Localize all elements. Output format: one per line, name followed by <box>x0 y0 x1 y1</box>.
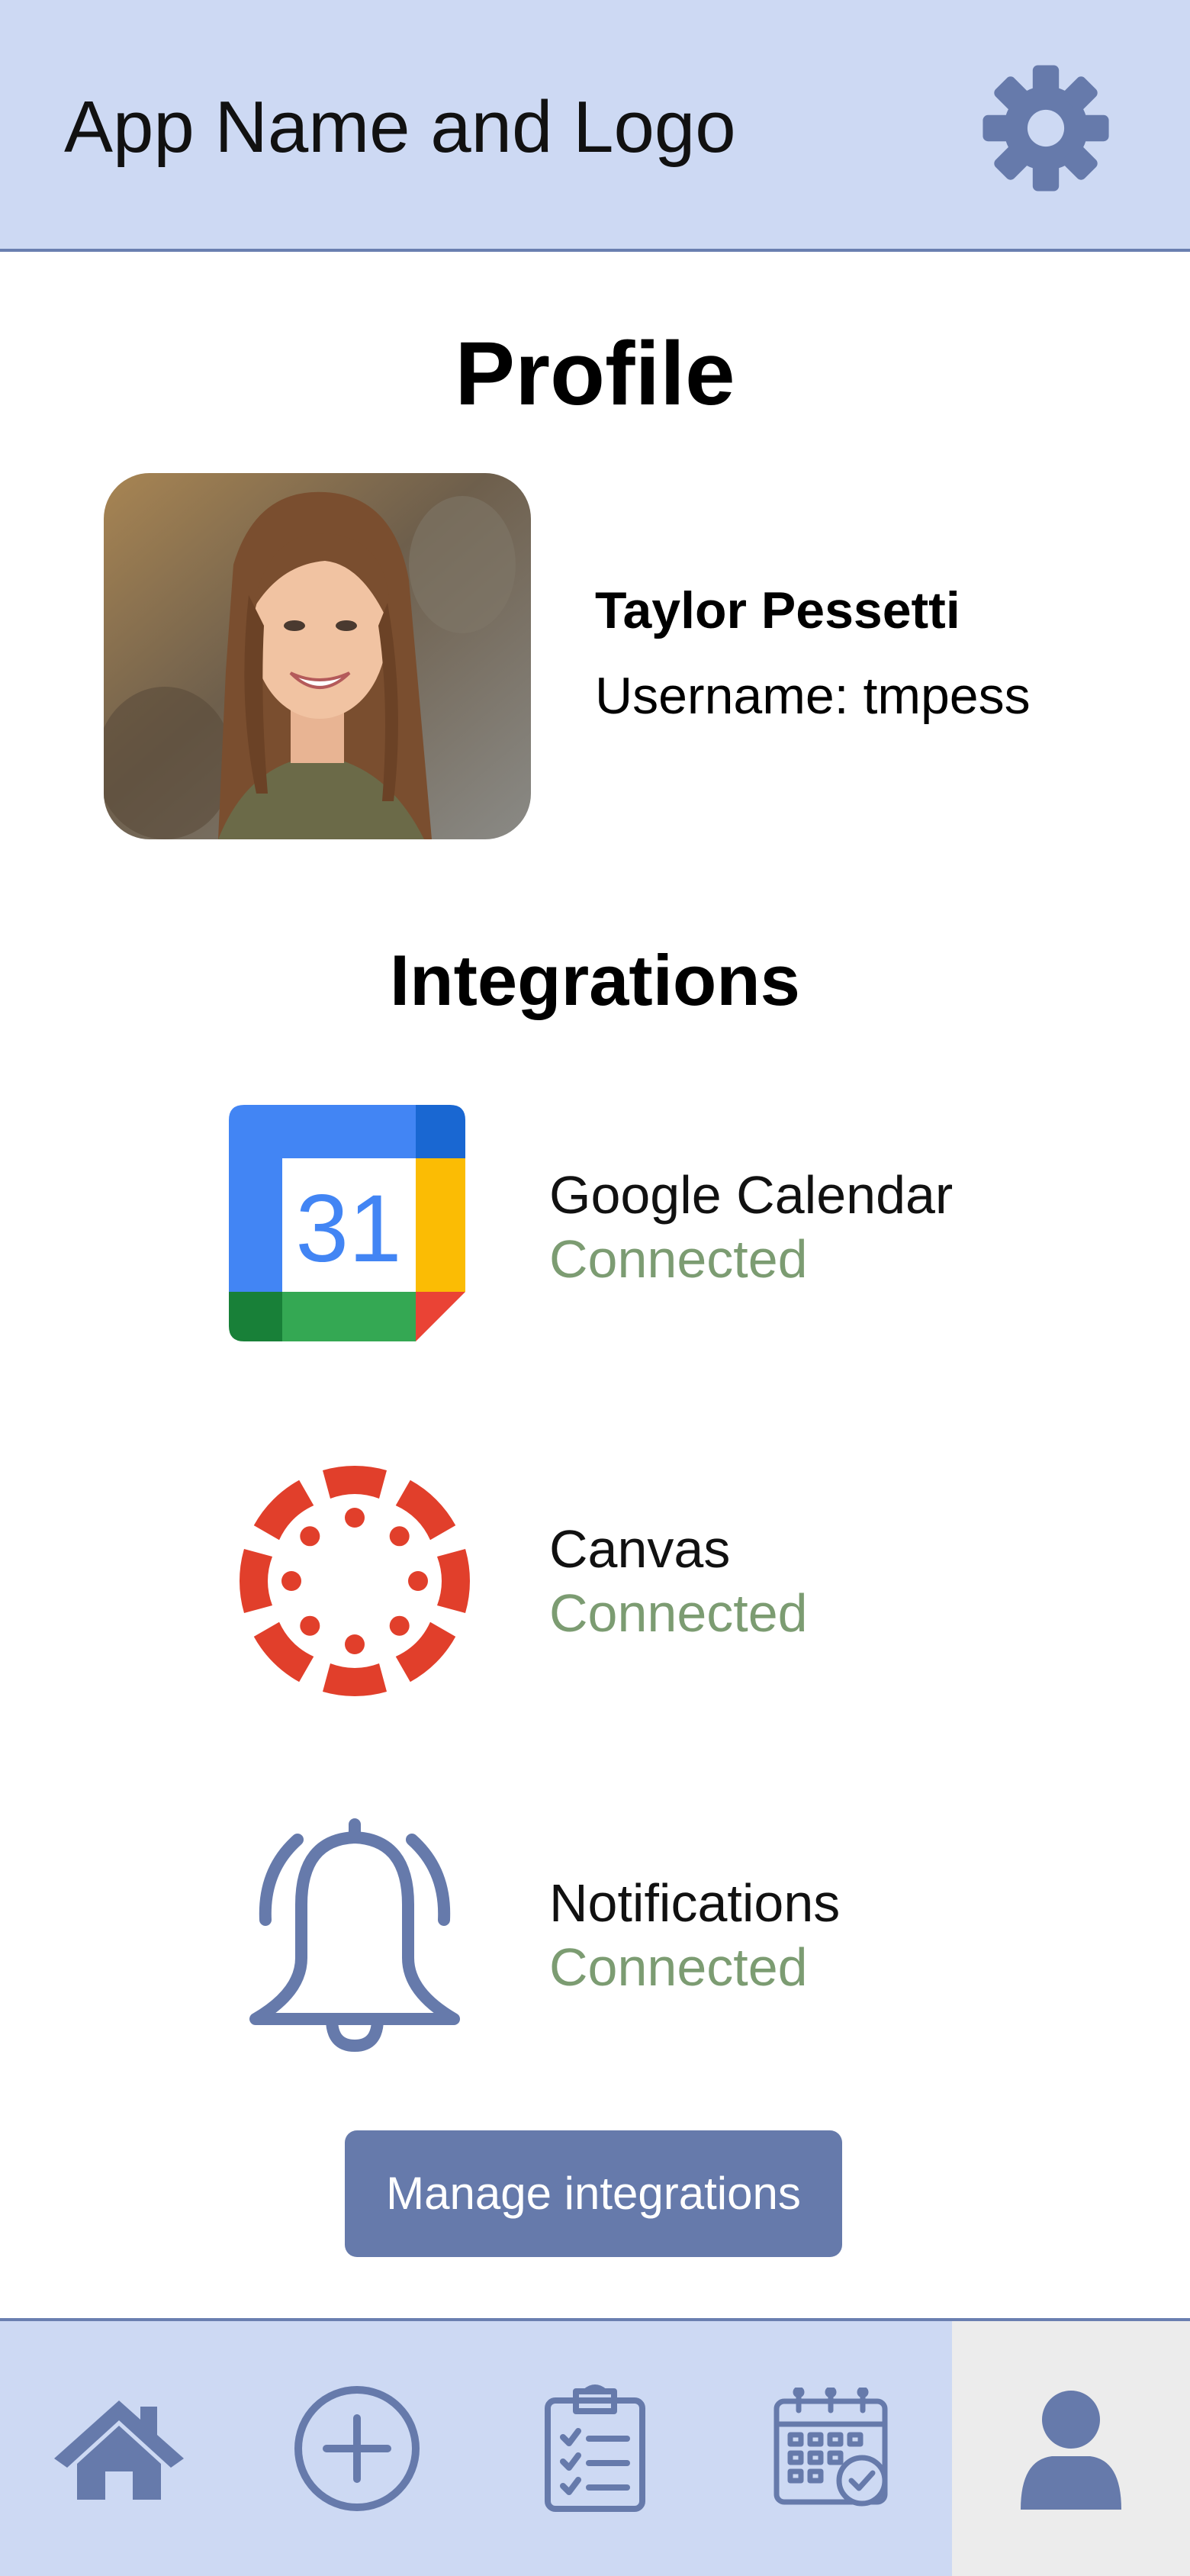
home-icon <box>54 2401 184 2500</box>
integration-status: Connected <box>549 1583 808 1643</box>
gear-icon[interactable] <box>980 63 1111 194</box>
nav-calendar[interactable] <box>714 2321 952 2576</box>
canvas-icon <box>229 1459 481 1711</box>
calendar-day-text: 31 <box>295 1176 401 1282</box>
nav-tasks[interactable] <box>476 2321 714 2576</box>
manage-integrations-button[interactable]: Manage integrations <box>345 2130 842 2257</box>
avatar <box>104 473 531 839</box>
app-header: App Name and Logo <box>0 0 1190 252</box>
username-label: Username: tmpess <box>595 667 1031 725</box>
clipboard-checklist-icon <box>545 2384 645 2512</box>
add-circle-icon <box>294 2386 420 2511</box>
bell-icon <box>229 1813 481 2065</box>
nav-add[interactable] <box>238 2321 476 2576</box>
integration-name: Notifications <box>549 1873 841 1933</box>
app-title: App Name and Logo <box>64 86 736 168</box>
integrations-heading: Integrations <box>390 940 800 1020</box>
calendar-check-icon <box>774 2388 888 2507</box>
integration-name: Google Calendar <box>549 1165 954 1225</box>
integration-item-notifications[interactable]: Notifications Connected <box>0 1813 1190 2065</box>
user-full-name: Taylor Pessetti <box>595 581 960 639</box>
integration-name: Canvas <box>549 1519 731 1579</box>
page-title: Profile <box>455 324 735 424</box>
integration-status: Connected <box>549 1229 808 1289</box>
google-calendar-icon: 31 <box>229 1105 481 1357</box>
bottom-nav <box>0 2318 1190 2576</box>
nav-home[interactable] <box>0 2321 238 2576</box>
user-icon <box>1021 2391 1121 2510</box>
integration-item-google-calendar[interactable]: 31 Google Calendar Connected <box>0 1105 1190 1357</box>
nav-profile[interactable] <box>952 2321 1190 2576</box>
integration-item-canvas[interactable]: Canvas Connected <box>0 1459 1190 1711</box>
integration-status: Connected <box>549 1937 808 1997</box>
